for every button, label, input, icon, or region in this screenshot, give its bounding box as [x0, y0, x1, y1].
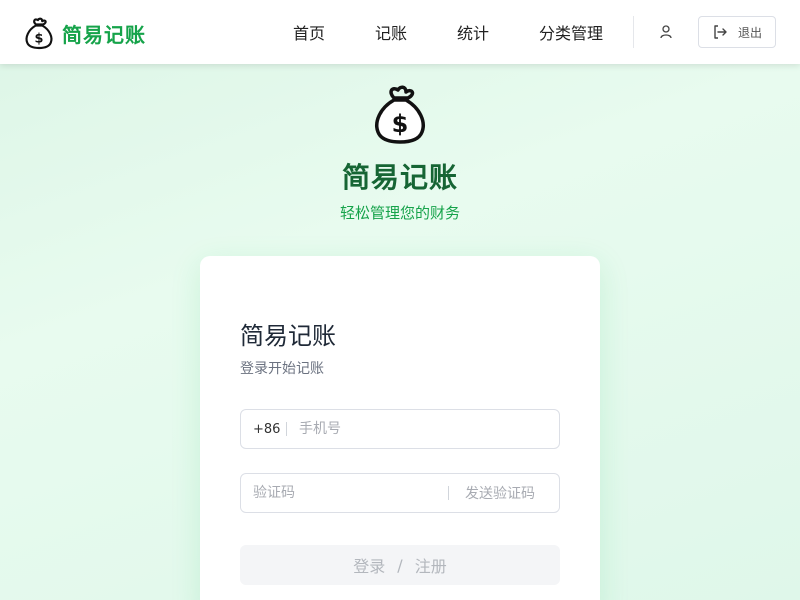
verification-code-field: 发送验证码	[240, 473, 560, 513]
register-label: 注册	[414, 557, 447, 576]
hero-title: 简易记账	[341, 161, 458, 194]
send-code-button[interactable]: 发送验证码	[449, 483, 535, 503]
verification-code-input[interactable]	[241, 474, 448, 512]
money-bag-icon: $	[25, 17, 53, 50]
hero-subtitle: 轻松管理您的财务	[339, 204, 460, 222]
logout-icon	[714, 25, 727, 39]
svg-text:$: $	[392, 110, 409, 138]
money-bag-icon: $	[375, 85, 425, 144]
logout-label: 退出	[737, 25, 762, 40]
card-subtitle: 登录开始记账	[240, 361, 324, 377]
top-navbar: $ 简易记账 首页 记账 统计 分类管理 退出	[0, 0, 800, 64]
submit-separator: /	[397, 555, 403, 575]
card-title: 简易记账	[240, 322, 336, 350]
phone-field: +86	[240, 409, 560, 449]
nav-item-statistics[interactable]: 统计	[432, 20, 514, 44]
user-icon[interactable]	[658, 24, 674, 40]
brand-name: 简易记账	[62, 22, 146, 47]
login-register-button[interactable]: 登录 / 注册	[240, 545, 560, 585]
logout-button[interactable]: 退出	[698, 16, 776, 48]
nav-item-home[interactable]: 首页	[268, 20, 350, 44]
svg-text:$: $	[35, 32, 44, 47]
login-card: 简易记账 登录开始记账 +86 发送验证码 登录 / 注册	[200, 256, 600, 600]
main-nav: 首页 记账 统计 分类管理	[268, 0, 628, 64]
nav-item-category-management[interactable]: 分类管理	[514, 20, 628, 44]
login-label: 登录	[353, 557, 386, 576]
phone-input[interactable]	[287, 410, 547, 448]
brand-logo[interactable]: $ 简易记账	[24, 16, 146, 50]
nav-item-bookkeeping[interactable]: 记账	[350, 20, 432, 44]
country-code-prefix[interactable]: +86	[241, 422, 286, 437]
nav-divider	[633, 16, 634, 48]
